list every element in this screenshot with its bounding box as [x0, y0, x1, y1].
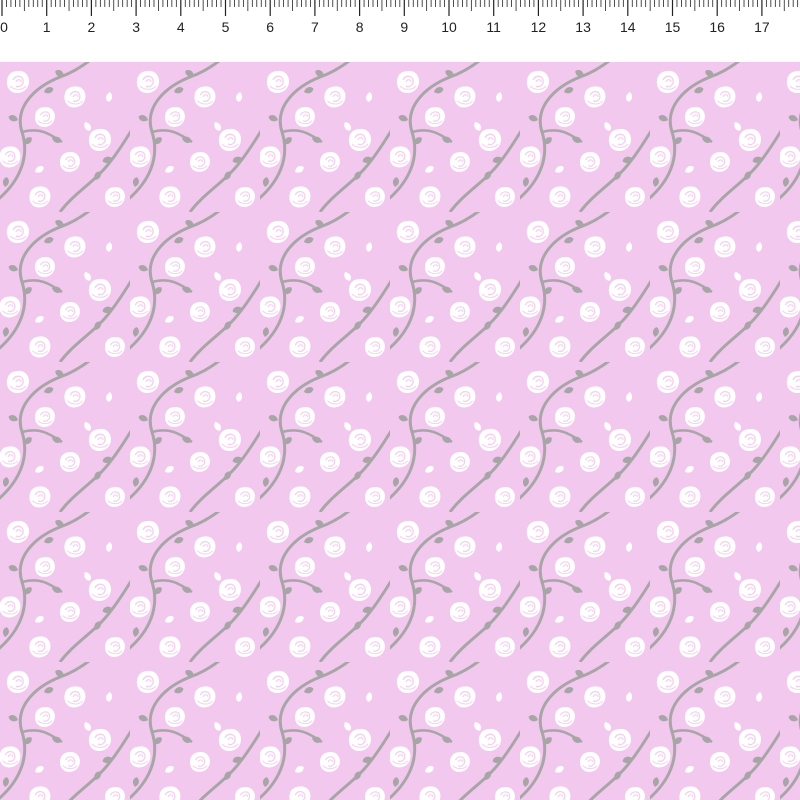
ruler-label: 9 — [400, 19, 409, 35]
ruler-label: 3 — [132, 19, 140, 35]
rose-pattern — [0, 62, 800, 800]
ruler-label: 1 — [42, 19, 51, 35]
ruler-label: 13 — [575, 19, 591, 35]
ruler-label: 0 — [0, 19, 8, 35]
ruler-label: 12 — [530, 19, 547, 35]
ruler-label: 6 — [266, 19, 275, 35]
fabric-swatch — [0, 62, 800, 800]
measuring-ruler: 0 1 2 3 4 5 6 7 8 9 10 11 12 13 14 15 16 17 — [0, 0, 800, 63]
ruler-label: 16 — [709, 19, 725, 35]
ruler-label: 11 — [486, 19, 501, 35]
ruler-label: 8 — [355, 19, 364, 35]
ruler-label: 10 — [441, 19, 457, 35]
ruler-label: 5 — [221, 19, 230, 35]
ruler-label: 15 — [664, 19, 681, 35]
ruler-label: 2 — [87, 19, 96, 35]
ruler-label: 7 — [310, 19, 319, 35]
ruler-label: 14 — [620, 19, 636, 35]
ruler-label: 17 — [754, 19, 770, 35]
ruler-label: 4 — [176, 19, 185, 35]
